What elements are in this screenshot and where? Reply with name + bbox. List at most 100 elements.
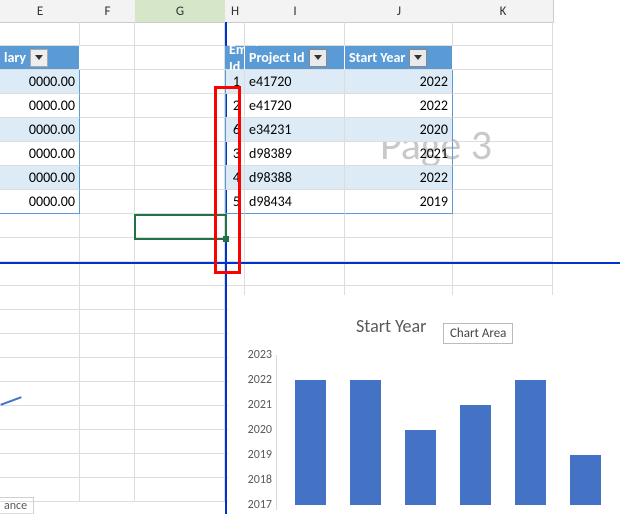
salary-cell[interactable]: 0000.00	[0, 166, 80, 190]
salary-cell[interactable]: 0000.00	[0, 70, 80, 94]
cell[interactable]	[453, 22, 553, 46]
cell[interactable]	[0, 430, 80, 454]
start-year-cell[interactable]: 2021	[345, 142, 453, 166]
cell[interactable]	[80, 166, 135, 190]
cell[interactable]	[0, 238, 80, 262]
cell[interactable]	[453, 190, 553, 214]
project-id-cell[interactable]: d98434	[245, 190, 345, 214]
cell[interactable]	[0, 334, 80, 358]
cell[interactable]	[80, 46, 135, 70]
chart-bar[interactable]	[350, 380, 380, 505]
table-header[interactable]: Project Id	[245, 46, 345, 70]
cell[interactable]	[453, 142, 553, 166]
cell[interactable]	[0, 214, 80, 238]
start-year-cell[interactable]: 2019	[345, 190, 453, 214]
cell[interactable]	[80, 406, 135, 430]
emp-id-cell[interactable]: 3	[225, 142, 245, 166]
chart-bar[interactable]	[405, 430, 435, 505]
cell[interactable]	[135, 430, 225, 454]
cell[interactable]	[80, 190, 135, 214]
cell[interactable]	[135, 286, 225, 310]
project-id-cell[interactable]: e34231	[245, 118, 345, 142]
cell[interactable]	[245, 238, 345, 262]
project-id-cell[interactable]: d98389	[245, 142, 345, 166]
cell[interactable]	[135, 166, 225, 190]
cell[interactable]	[453, 70, 553, 94]
cell[interactable]	[80, 382, 135, 406]
cell[interactable]	[0, 286, 80, 310]
cell[interactable]	[80, 310, 135, 334]
cell[interactable]	[345, 214, 453, 238]
cell[interactable]	[135, 358, 225, 382]
chart-bar[interactable]	[460, 405, 490, 505]
cell[interactable]	[80, 262, 135, 286]
filter-dropdown-icon[interactable]	[309, 49, 327, 67]
table-header[interactable]: Start Year	[345, 46, 453, 70]
cell[interactable]	[80, 142, 135, 166]
cell[interactable]	[80, 286, 135, 310]
start-year-cell[interactable]: 2022	[345, 166, 453, 190]
chart-bar[interactable]	[570, 455, 600, 505]
cell[interactable]	[453, 214, 553, 238]
cell[interactable]	[80, 214, 135, 238]
filter-dropdown-icon[interactable]	[30, 49, 48, 67]
cell[interactable]	[135, 142, 225, 166]
cell[interactable]	[345, 22, 453, 46]
salary-cell[interactable]: 0000.00	[0, 118, 80, 142]
cell[interactable]	[453, 238, 553, 262]
col-header-J[interactable]: J	[345, 0, 454, 23]
start-year-cell[interactable]: 2022	[345, 94, 453, 118]
project-id-cell[interactable]: d98388	[245, 166, 345, 190]
cell[interactable]	[135, 262, 225, 286]
cell[interactable]	[135, 22, 225, 46]
cell[interactable]	[135, 334, 225, 358]
cell[interactable]	[0, 22, 80, 46]
col-header-K[interactable]: K	[453, 0, 554, 23]
emp-id-cell[interactable]: 5	[225, 190, 245, 214]
cell[interactable]	[135, 406, 225, 430]
col-header-H[interactable]: H	[225, 0, 246, 23]
filter-dropdown-icon[interactable]	[409, 49, 427, 67]
salary-header[interactable]: lary	[0, 46, 80, 70]
cell[interactable]	[245, 262, 345, 286]
emp-id-cell[interactable]: 6	[225, 118, 245, 142]
start-year-cell[interactable]: 2022	[345, 70, 453, 94]
cell[interactable]	[225, 238, 245, 262]
salary-cell[interactable]: 0000.00	[0, 142, 80, 166]
cell[interactable]	[135, 238, 225, 262]
cell[interactable]	[135, 70, 225, 94]
cell[interactable]	[345, 238, 453, 262]
col-header-I[interactable]: I	[245, 0, 346, 23]
cell[interactable]	[225, 262, 245, 286]
emp-id-cell[interactable]: 1	[225, 70, 245, 94]
cell[interactable]	[225, 214, 245, 238]
cell[interactable]	[80, 70, 135, 94]
cell[interactable]	[0, 382, 80, 406]
cell[interactable]	[80, 430, 135, 454]
col-header-E[interactable]: E	[0, 0, 81, 23]
cell[interactable]	[453, 118, 553, 142]
project-id-cell[interactable]: e41720	[245, 70, 345, 94]
cell[interactable]	[135, 46, 225, 70]
table-header[interactable]: Employee Id	[225, 46, 245, 70]
cell[interactable]	[80, 334, 135, 358]
chart-bar[interactable]	[515, 380, 545, 505]
cell[interactable]	[0, 358, 80, 382]
cell[interactable]	[80, 238, 135, 262]
cell[interactable]	[453, 166, 553, 190]
cell[interactable]	[80, 22, 135, 46]
cell[interactable]	[135, 310, 225, 334]
start-year-cell[interactable]: 2020	[345, 118, 453, 142]
project-id-cell[interactable]: e41720	[245, 94, 345, 118]
cell[interactable]	[135, 478, 225, 502]
chart-bar[interactable]	[295, 380, 325, 505]
col-header-G[interactable]: G	[135, 0, 226, 23]
cell[interactable]	[135, 190, 225, 214]
cell[interactable]	[135, 382, 225, 406]
cell[interactable]	[453, 94, 553, 118]
cell[interactable]	[80, 454, 135, 478]
cell[interactable]	[135, 94, 225, 118]
emp-id-cell[interactable]: 4	[225, 166, 245, 190]
cell[interactable]	[80, 94, 135, 118]
cell[interactable]	[80, 358, 135, 382]
